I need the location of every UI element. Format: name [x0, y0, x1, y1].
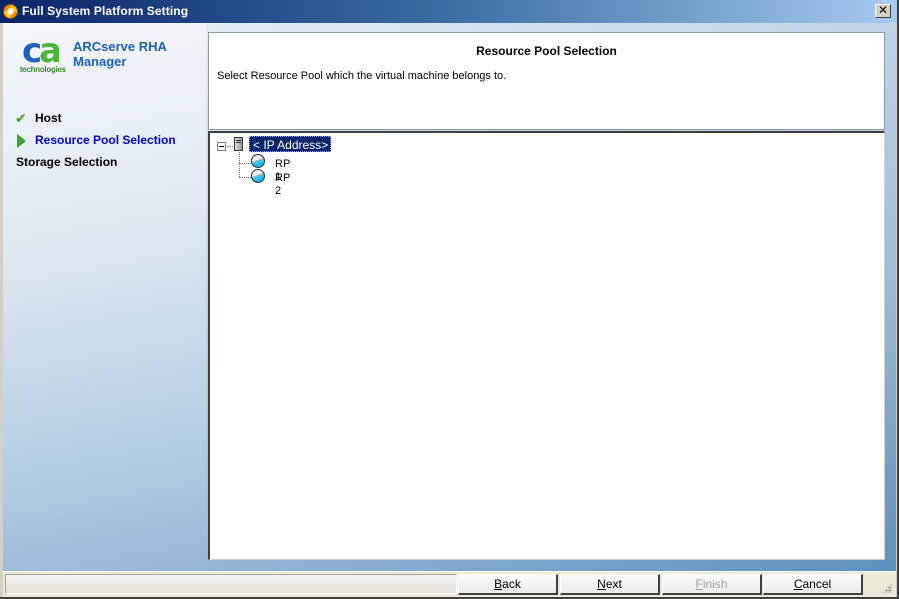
step-label: Resource Pool Selection: [35, 133, 176, 147]
cancel-button[interactable]: Cancel: [763, 574, 863, 595]
button-label: ext: [605, 577, 622, 591]
wizard-sidebar: ca technologies ARCserve RHA Manager ✔ H…: [3, 23, 206, 571]
page-description: Select Resource Pool which the virtual m…: [217, 70, 507, 82]
step-storage-selection: Storage Selection: [3, 151, 206, 173]
collapse-toggle-icon[interactable]: [217, 142, 226, 151]
wizard-steps: ✔ Host Resource Pool Selection Storage S…: [3, 107, 206, 173]
resize-grip-icon[interactable]: [882, 583, 892, 593]
back-button[interactable]: Back: [458, 574, 558, 595]
close-icon: ✕: [877, 3, 889, 17]
step-resource-pool-selection: Resource Pool Selection: [3, 129, 206, 151]
window-title: Full System Platform Setting: [22, 4, 189, 18]
button-label: inish: [702, 577, 728, 591]
app-name: ARCserve RHA Manager: [73, 39, 167, 69]
server-icon: [234, 137, 243, 151]
page-title: Resource Pool Selection: [476, 44, 617, 58]
wizard-window: Full System Platform Setting ✕ ca techno…: [0, 0, 899, 599]
accel-key: N: [597, 577, 606, 591]
step-label: Storage Selection: [16, 155, 118, 169]
ca-logo: ca technologies: [20, 31, 70, 75]
step-host: ✔ Host: [3, 107, 206, 129]
tree-connector: [239, 163, 251, 164]
wizard-body: ca technologies ARCserve RHA Manager ✔ H…: [3, 23, 896, 571]
app-name-line1: ARCserve RHA: [73, 39, 167, 54]
resource-pool-icon: [251, 154, 265, 168]
arrow-right-icon: [17, 134, 31, 148]
tree-connector: [227, 146, 233, 147]
tree-node-root[interactable]: < IP Address>: [249, 136, 332, 152]
close-button[interactable]: ✕: [875, 4, 891, 18]
button-label: ancel: [802, 577, 832, 591]
resource-pool-tree[interactable]: < IP Address> RP 1 RP 2: [208, 131, 885, 560]
accel-key: F: [695, 577, 703, 591]
resource-pool-icon: [251, 169, 265, 183]
logo-subtitle: technologies: [20, 65, 66, 74]
accel-key: B: [494, 577, 503, 591]
app-icon: [3, 4, 18, 19]
finish-button[interactable]: Finish: [662, 574, 762, 595]
next-button[interactable]: Next: [560, 574, 660, 595]
page-header: Resource Pool Selection Select Resource …: [208, 32, 885, 130]
status-field: [5, 574, 457, 594]
button-bar: Back Next Finish Cancel: [3, 571, 896, 597]
tree-connector: [239, 152, 240, 177]
tree-connector: [239, 177, 251, 178]
check-icon: ✔: [15, 110, 27, 126]
step-label: Host: [35, 111, 62, 125]
button-label: ack: [502, 577, 521, 591]
title-bar[interactable]: Full System Platform Setting ✕: [0, 0, 897, 23]
app-name-line2: Manager: [73, 54, 127, 69]
tree-node-label: RP 2: [275, 172, 291, 197]
